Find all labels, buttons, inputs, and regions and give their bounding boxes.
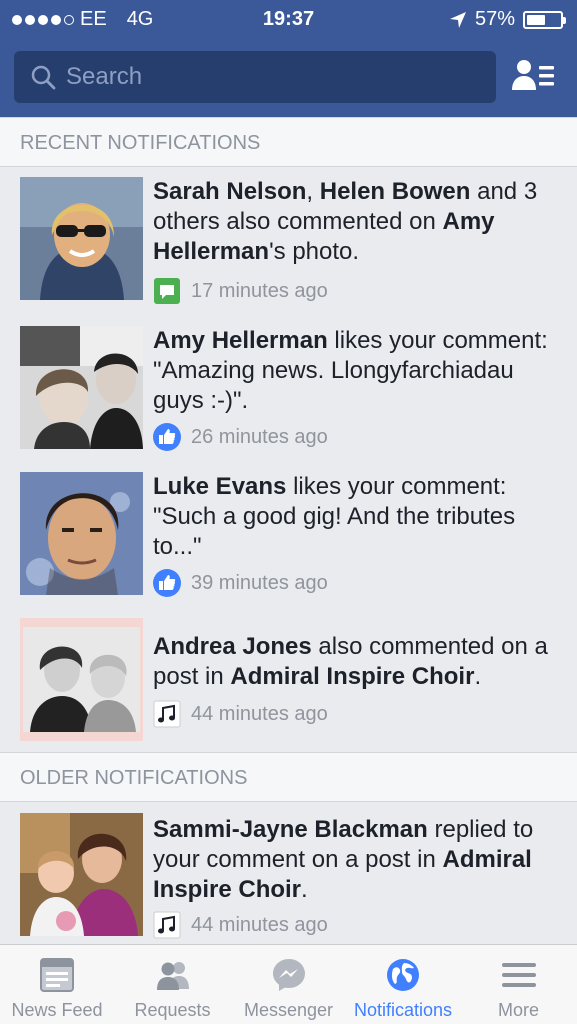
avatar [20,813,143,936]
notification-time: 17 minutes ago [191,279,328,302]
music-note-icon [153,700,181,728]
news-feed-icon [40,958,74,992]
notification-meta: 26 minutes ago [153,423,328,451]
status-bar: EE 4G 19:37 57% [0,0,577,38]
messenger-icon [272,959,305,991]
notification-time: 44 minutes ago [191,913,328,936]
notification-meta: 44 minutes ago [153,911,328,939]
notification-entity[interactable]: Sarah Nelson [153,178,306,205]
battery-percent: 57% [474,8,515,30]
notification-item[interactable]: Sarah Nelson, Helen Bowen and 3 others a… [0,177,577,312]
battery-level [527,14,546,25]
tab-label: Messenger [243,1000,334,1020]
battery-icon [523,10,566,29]
tab-label: More [497,1000,539,1020]
notification-text: Sarah Nelson, Helen Bowen and 3 others a… [153,177,563,267]
notification-meta: 17 minutes ago [153,277,328,305]
notification-phrase: . [474,663,482,690]
notification-item[interactable]: Andrea Jones also commented on a post in… [0,618,577,748]
tab-requests[interactable]: Requests [114,945,231,1024]
notification-entity[interactable]: Andrea Jones [153,633,312,660]
location-arrow-icon [449,11,466,28]
notification-text: Amy Hellerman likes your comment: "Amazi… [153,326,563,416]
friend-requests-icon [156,962,189,990]
notification-meta: 44 minutes ago [153,700,328,728]
like-icon [153,569,181,597]
tab-news-feed[interactable]: News Feed [0,945,114,1024]
search-bar[interactable] [14,51,496,103]
notification-text: Luke Evans likes your comment: "Such a g… [153,472,563,562]
tab-messenger[interactable]: Messenger [231,945,346,1024]
notification-entity[interactable]: Helen Bowen [320,178,471,205]
like-icon [153,423,181,451]
search-input[interactable] [66,63,466,91]
notification-phrase: , [306,178,320,205]
avatar [20,177,143,300]
tab-more[interactable]: More [460,945,577,1024]
notification-time: 44 minutes ago [191,702,328,725]
notification-entity[interactable]: Admiral Inspire Choir [230,663,474,690]
tab-label: News Feed [11,1000,103,1020]
search-icon [31,65,56,90]
notification-text: Sammi-Jayne Blackman replied to your com… [153,815,563,905]
notification-entity[interactable]: Luke Evans [153,473,286,500]
section-header-older: OLDER NOTIFICATIONS [0,752,577,802]
music-note-icon [153,911,181,939]
globe-icon [387,959,419,991]
comment-icon [154,278,180,304]
avatar [20,326,143,449]
notification-item[interactable]: Luke Evans likes your comment: "Such a g… [0,472,577,607]
menu-icon [501,963,536,987]
avatar [20,618,143,741]
notification-entity[interactable]: Sammi-Jayne Blackman [153,816,428,843]
notification-phrase: . [301,876,308,903]
notification-phrase: 's photo. [269,238,360,265]
section-header-recent: RECENT NOTIFICATIONS [0,117,577,167]
notification-item[interactable]: Amy Hellerman likes your comment: "Amazi… [0,326,577,461]
notification-entity[interactable]: Amy Hellerman [153,327,328,354]
tab-notifications[interactable]: Notifications [346,945,460,1024]
notification-meta: 39 minutes ago [153,569,328,597]
notification-item[interactable]: Sammi-Jayne Blackman replied to your com… [0,813,577,944]
tab-bar: News Feed Requests Messenger Notificatio… [0,944,577,1024]
tab-label: Requests [134,1000,211,1020]
notification-text: Andrea Jones also commented on a post in… [153,632,563,692]
notification-time: 39 minutes ago [191,571,328,594]
status-right: 57% [449,8,566,31]
tab-label: Notifications [353,1000,453,1020]
notification-time: 26 minutes ago [191,425,328,448]
avatar [20,472,143,595]
friend-list-icon[interactable] [510,56,558,96]
top-bar: EE 4G 19:37 57% [0,0,577,117]
